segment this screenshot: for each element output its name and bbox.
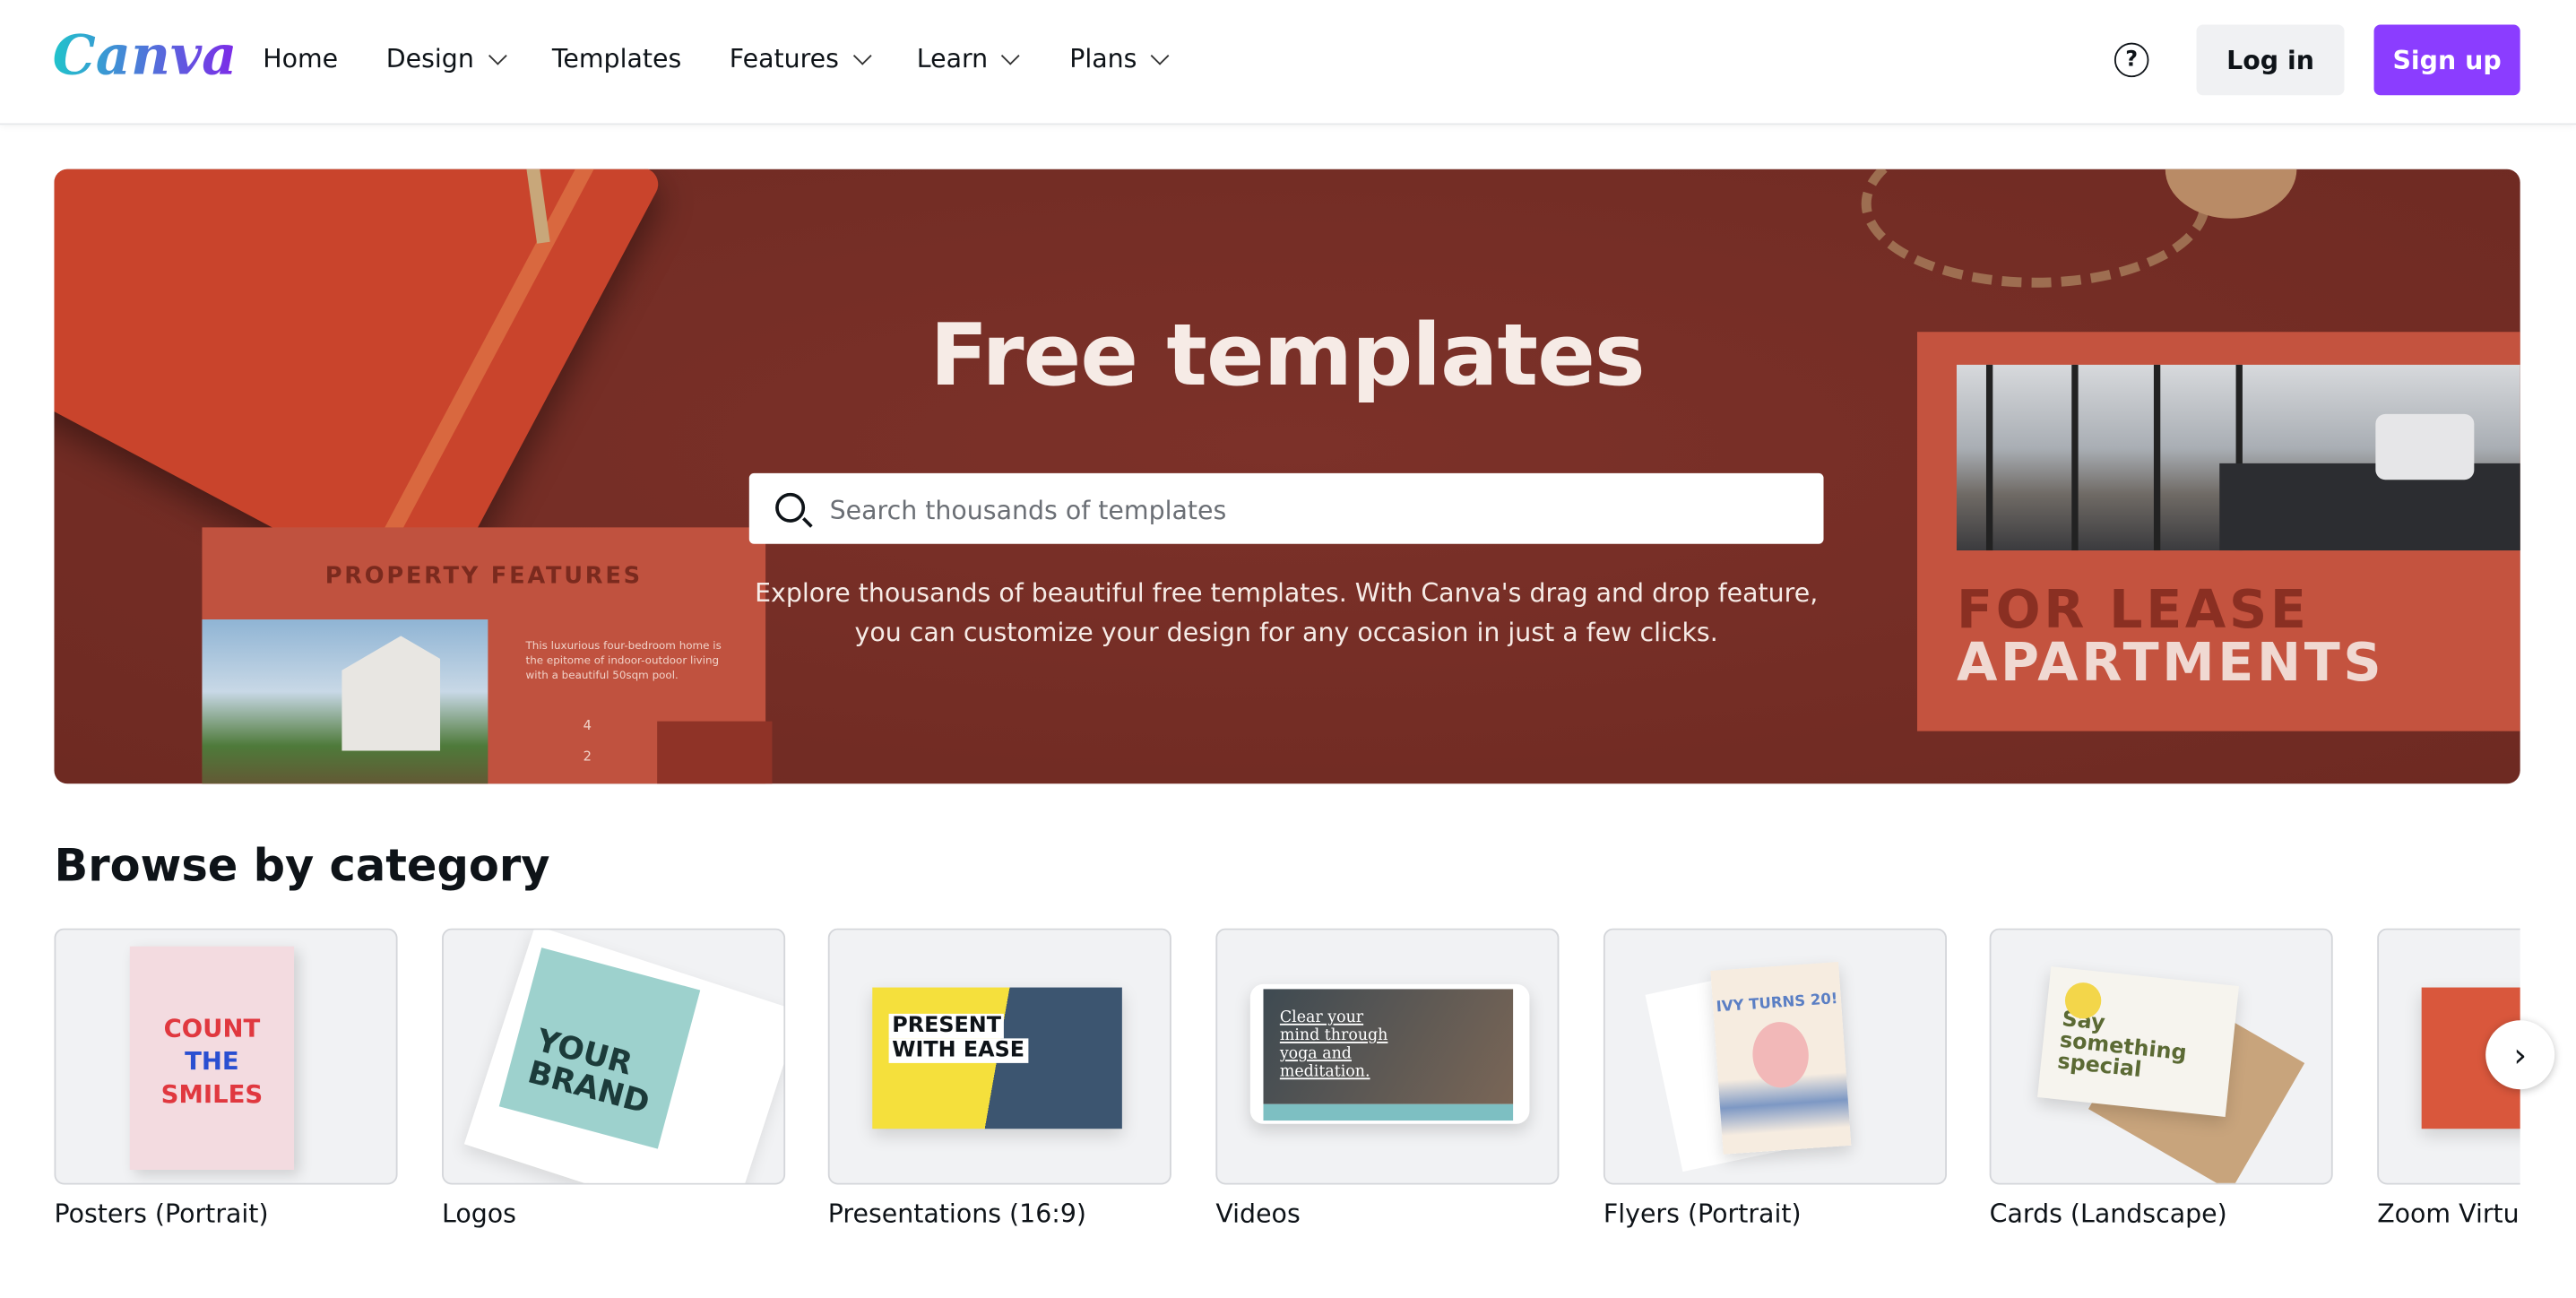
- thumb-text: mind through: [1279, 1026, 1388, 1045]
- signup-button[interactable]: Sign up: [2373, 24, 2520, 96]
- login-button[interactable]: Log in: [2196, 24, 2345, 96]
- lease-line2: APARTMENTS: [1956, 630, 2385, 694]
- category-label: Videos: [1215, 1199, 1301, 1230]
- category-flyers[interactable]: IVY TURNS 20! Flyers (Portrait): [1603, 928, 1947, 1230]
- property-card-title: PROPERTY FEATURES: [324, 563, 643, 591]
- thumb-text: yoga and: [1279, 1044, 1352, 1063]
- category-label: Posters (Portrait): [54, 1199, 269, 1230]
- keys-decoration: [1861, 169, 2210, 288]
- browse-title: Browse by category: [54, 841, 550, 893]
- search-input[interactable]: [826, 472, 1802, 548]
- chevron-down-icon: [1150, 46, 1170, 65]
- property-features-card: PROPERTY FEATURES This luxurious four-be…: [202, 527, 773, 784]
- chevron-down-icon: [488, 46, 506, 65]
- chevron-down-icon: [852, 46, 872, 65]
- category-label: Logos: [442, 1199, 516, 1230]
- question-circle-icon[interactable]: ?: [2114, 42, 2149, 78]
- nav-design[interactable]: Design: [385, 44, 506, 74]
- nav-templates[interactable]: Templates: [552, 44, 681, 74]
- hero-description: Explore thousands of beautiful free temp…: [755, 578, 1819, 648]
- category-thumbnail: YOUR BRAND: [442, 928, 786, 1185]
- category-label: Flyers (Portrait): [1603, 1199, 1802, 1230]
- category-thumbnail: Clear your mind through yoga and meditation…: [1215, 928, 1560, 1185]
- nav-design-label: Design: [385, 44, 474, 74]
- category-cards[interactable]: Say something special Cards (Landscape): [1989, 928, 2333, 1230]
- category-thumbnail: Say something special: [1989, 928, 2333, 1185]
- category-thumbnail: IVY TURNS 20!: [1603, 928, 1947, 1185]
- nav-learn[interactable]: Learn: [916, 44, 1021, 74]
- thumb-text: THE: [185, 1046, 239, 1077]
- category-carousel: COUNT THE SMILES Posters (Portrait) YOUR…: [54, 928, 2520, 1258]
- chevron-right-icon[interactable]: ›: [2485, 1020, 2555, 1090]
- nav-features[interactable]: Features: [729, 44, 872, 74]
- page-title: Free templates: [929, 307, 1645, 406]
- category-thumbnail: PRESENT WITH EASE: [827, 928, 1171, 1185]
- hero-banner: PROPERTY FEATURES This luxurious four-be…: [54, 169, 2520, 784]
- thumb-text: COUNT: [163, 1013, 261, 1043]
- thumb-text: IVY TURNS 20!: [1716, 991, 1839, 1017]
- baths-count: 2: [583, 749, 592, 765]
- nav-templates-label: Templates: [551, 44, 682, 74]
- thumb-text: PRESENT: [888, 1013, 1005, 1039]
- category-videos[interactable]: Clear your mind through yoga and meditation…: [1215, 928, 1560, 1230]
- category-logos[interactable]: YOUR BRAND Logos: [442, 928, 786, 1230]
- category-presentations[interactable]: PRESENT WITH EASE Presentations (16:9): [827, 928, 1171, 1230]
- house-photo: [202, 619, 488, 784]
- category-label: Zoom Virtual Backgrounds: [2377, 1199, 2520, 1230]
- thumb-text: meditation.: [1279, 1062, 1370, 1082]
- nav-learn-label: Learn: [916, 44, 989, 74]
- nav-features-label: Features: [729, 44, 839, 74]
- canva-logo[interactable]: Canva: [53, 23, 238, 87]
- nav-plans-label: Plans: [1069, 44, 1137, 74]
- nav-home[interactable]: Home: [263, 44, 338, 74]
- chevron-down-icon: [1001, 46, 1021, 65]
- category-label: Presentations (16:9): [827, 1199, 1087, 1230]
- search-bar[interactable]: [748, 472, 1824, 548]
- thumb-text: WITH EASE: [888, 1038, 1028, 1063]
- beds-count: 4: [583, 717, 592, 733]
- top-nav: Canva Home Design Templates Features Lea…: [0, 0, 2576, 125]
- thumb-text: Clear your: [1279, 1008, 1364, 1027]
- category-posters[interactable]: COUNT THE SMILES Posters (Portrait): [54, 928, 398, 1230]
- nav-plans[interactable]: Plans: [1069, 44, 1170, 74]
- nav-home-label: Home: [263, 44, 339, 74]
- search-icon: [775, 492, 806, 523]
- property-card-text: This luxurious four-bedroom home is the …: [525, 638, 722, 681]
- category-thumbnail: COUNT THE SMILES: [54, 928, 398, 1185]
- category-label: Cards (Landscape): [1989, 1199, 2227, 1230]
- thumb-text: SMILES: [160, 1079, 264, 1110]
